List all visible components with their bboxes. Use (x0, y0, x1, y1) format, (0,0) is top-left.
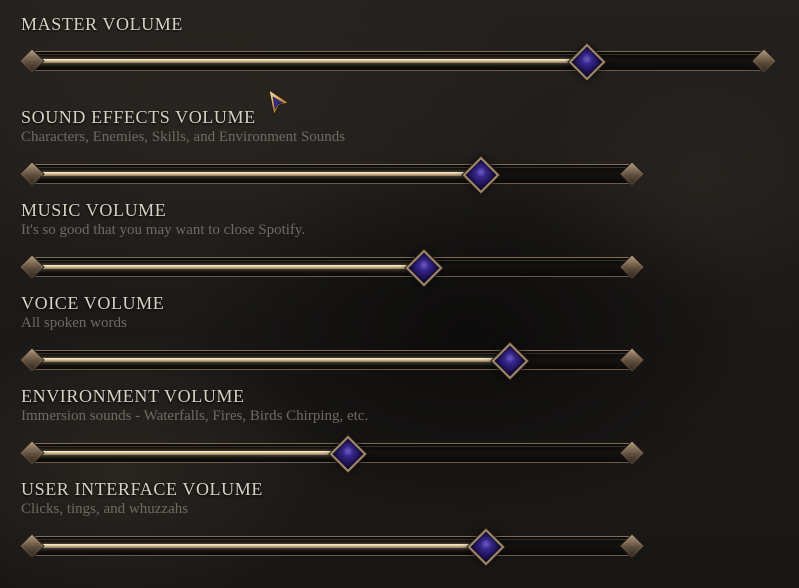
setting-title: SOUND EFFECTS VOLUME (21, 107, 256, 127)
diamond-gem-icon (329, 435, 367, 473)
slider-fill (37, 172, 480, 176)
sound-effects-volume-slider[interactable] (19, 156, 645, 194)
diamond-gem-icon (406, 249, 443, 287)
slider-fill (37, 544, 486, 548)
voice-volume-slider[interactable] (19, 342, 645, 380)
diamond-gem-icon (491, 342, 529, 380)
slider-fill (37, 451, 347, 455)
slider-handle[interactable] (406, 249, 443, 287)
setting-description: Clicks, tings, and whuzzahs (21, 501, 189, 517)
environment-volume-slider[interactable] (19, 435, 645, 473)
setting-description: All spoken words (21, 315, 127, 331)
slider-handle[interactable] (462, 156, 499, 194)
setting-title: VOICE VOLUME (21, 293, 165, 313)
diamond-gem-icon (468, 528, 505, 566)
slider-fill (37, 59, 586, 63)
slider-handle[interactable] (468, 528, 505, 566)
setting-title: USER INTERFACE VOLUME (21, 479, 263, 499)
setting-title: MASTER VOLUME (21, 14, 183, 34)
user-interface-volume-slider[interactable] (19, 528, 645, 566)
music-volume-slider[interactable] (19, 249, 645, 287)
slider-fill (37, 265, 424, 269)
arrow-cursor-icon (268, 88, 291, 117)
setting-description: Immersion sounds - Waterfalls, Fires, Bi… (21, 408, 369, 424)
slider-handle[interactable] (491, 342, 529, 380)
slider-handle[interactable] (568, 43, 606, 81)
master-volume-slider[interactable] (19, 43, 777, 81)
setting-title: MUSIC VOLUME (21, 200, 167, 220)
diamond-gem-icon (462, 156, 499, 194)
diamond-gem-icon (568, 43, 606, 81)
setting-description: It's so good that you may want to close … (21, 222, 306, 238)
setting-description: Characters, Enemies, Skills, and Environ… (21, 129, 346, 145)
slider-handle[interactable] (329, 435, 367, 473)
slider-fill (37, 358, 509, 362)
setting-title: ENVIRONMENT VOLUME (21, 386, 245, 406)
